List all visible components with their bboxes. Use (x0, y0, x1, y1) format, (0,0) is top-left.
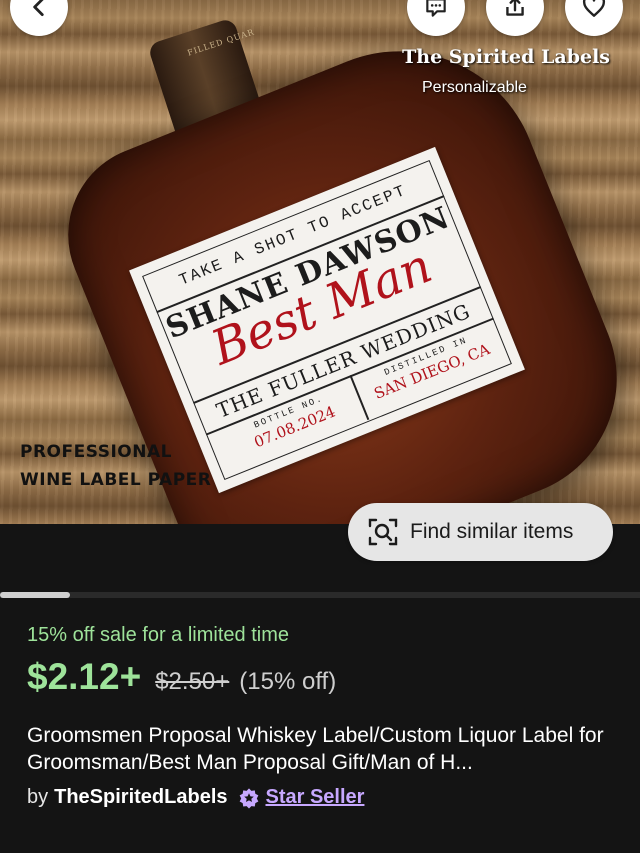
paper-line-2: WINE LABEL PAPER (20, 470, 212, 490)
product-image[interactable]: FILLED QUAR TAKE A SHOT TO ACCEPT SHANE … (0, 0, 640, 524)
shop-name-link[interactable]: TheSpiritedLabels (54, 786, 227, 809)
brand-subtitle: Personalizable (422, 79, 527, 96)
sale-banner: 15% off sale for a limited time (27, 624, 289, 646)
heart-icon (582, 0, 606, 17)
price-row: $2.12+ $2.50+ (15% off) (27, 656, 336, 698)
find-similar-button[interactable]: Find similar items (348, 503, 613, 561)
discount-percent: (15% off) (239, 668, 337, 695)
star-seller-link[interactable]: Star Seller (266, 786, 365, 809)
find-similar-label: Find similar items (410, 520, 574, 543)
current-price: $2.12+ (27, 656, 142, 697)
share-icon (506, 0, 524, 16)
paper-line-1: PROFESSIONAL (20, 442, 172, 462)
paper-caption: PROFESSIONAL WINE LABEL PAPER (20, 438, 211, 494)
product-title[interactable]: Groomsmen Proposal Whiskey Label/Custom … (27, 722, 617, 776)
original-price: $2.50+ (155, 668, 230, 695)
visual-search-icon (368, 518, 398, 546)
message-icon (426, 0, 446, 17)
gallery-progress-track (0, 592, 640, 598)
seller-row: by TheSpiritedLabels Star Seller (27, 786, 364, 809)
star-seller-badge-icon (239, 787, 258, 809)
by-label: by (27, 786, 49, 808)
gallery-progress-thumb (0, 592, 71, 598)
back-chevron-icon (33, 0, 44, 16)
brand-title: The Spirited Labels (402, 46, 610, 68)
